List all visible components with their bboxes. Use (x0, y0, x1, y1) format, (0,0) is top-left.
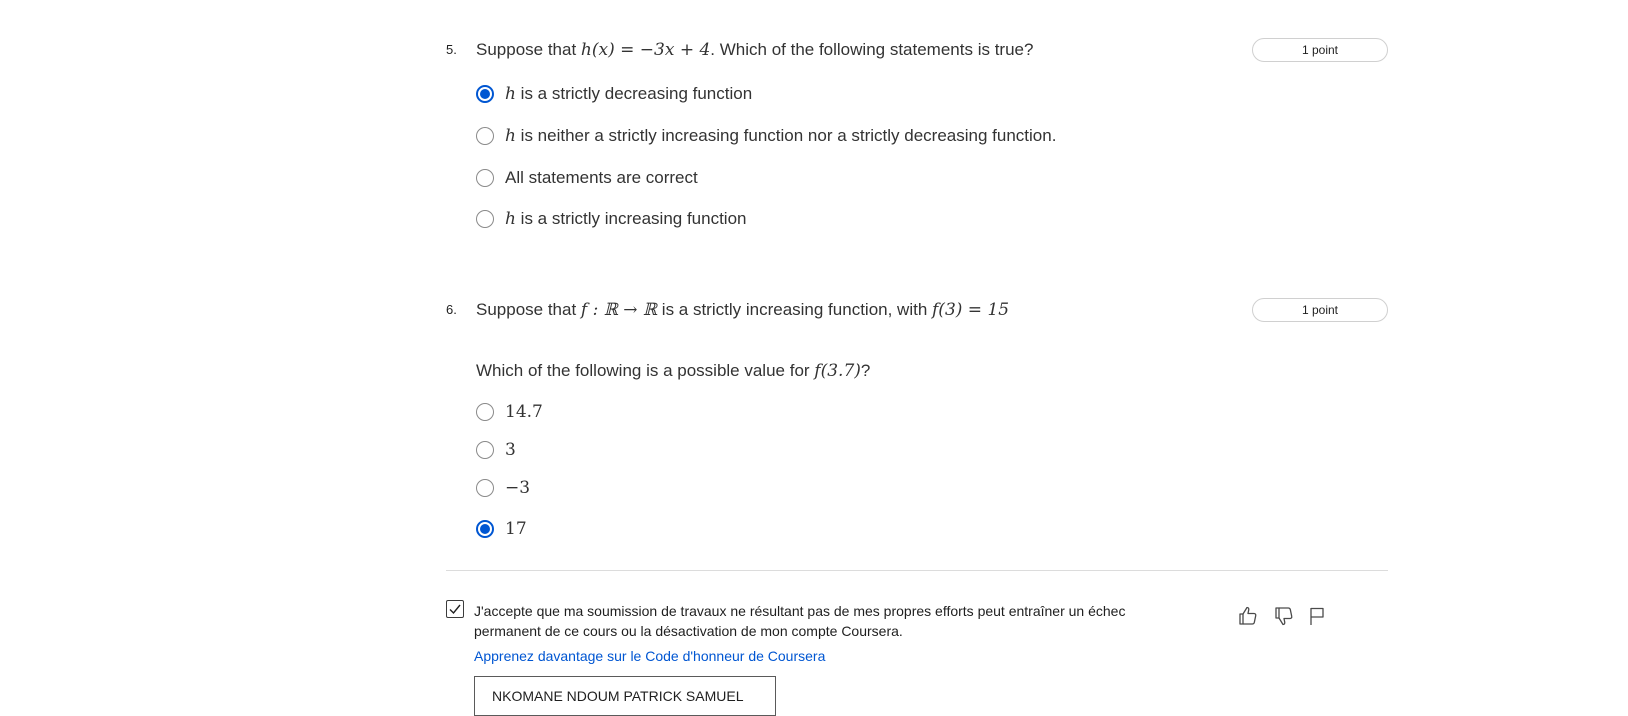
radio-unselected[interactable] (476, 210, 494, 228)
thumbs-up-icon[interactable] (1236, 604, 1260, 628)
radio-unselected[interactable] (476, 403, 494, 421)
question-6: 6. Suppose that f : ℝ → ℝ is a strictly … (446, 296, 1388, 546)
question-prompt: Suppose that h(x) = −3x + 4. Which of th… (476, 40, 1034, 60)
checkmark-icon (449, 604, 461, 615)
math-expression: h(x) = −3x + 4 (580, 40, 711, 60)
honor-code-link[interactable]: Apprenez davantage sur le Code d'honneur… (474, 648, 825, 664)
radio-unselected[interactable] (476, 127, 494, 145)
option-label: 14.7 (505, 402, 543, 422)
option-label: All statements are correct (505, 168, 698, 187)
honor-code-checkbox[interactable] (446, 600, 464, 618)
math-expression: f(3.7) (814, 361, 861, 381)
option-17[interactable]: 17 (476, 517, 527, 541)
radio-unselected[interactable] (476, 479, 494, 497)
option-3[interactable]: 3 (476, 438, 516, 462)
radio-unselected[interactable] (476, 169, 494, 187)
question-subprompt: Which of the following is a possible val… (476, 361, 871, 381)
option-all-correct[interactable]: All statements are correct (476, 166, 698, 190)
points-badge: 1 point (1252, 38, 1388, 62)
option-label: h is a strictly increasing function (505, 209, 747, 229)
honor-code-text: J'accepte que ma soumission de travaux n… (474, 603, 1126, 639)
option-label: −3 (505, 478, 531, 498)
radio-selected[interactable] (476, 520, 494, 538)
question-5: 5. Suppose that h(x) = −3x + 4. Which of… (446, 36, 1388, 246)
question-number: 5. (446, 42, 457, 57)
option-neither[interactable]: h is neither a strictly increasing funct… (476, 124, 1056, 148)
flag-icon[interactable] (1305, 604, 1329, 628)
option-label: 17 (505, 519, 527, 539)
math-expression: f(3) = 15 (932, 300, 1010, 320)
option-minus-3[interactable]: −3 (476, 476, 530, 500)
legal-name-input[interactable] (474, 676, 776, 716)
section-divider (446, 570, 1388, 571)
option-label: h is a strictly decreasing function (505, 84, 753, 104)
radio-unselected[interactable] (476, 441, 494, 459)
math-expression: f : ℝ → ℝ (580, 300, 658, 320)
option-label: 3 (505, 440, 516, 460)
option-14-7[interactable]: 14.7 (476, 400, 543, 424)
option-label: h is neither a strictly increasing funct… (505, 126, 1057, 146)
option-strictly-increasing[interactable]: h is a strictly increasing function (476, 207, 747, 231)
radio-selected[interactable] (476, 85, 494, 103)
question-number: 6. (446, 302, 457, 317)
points-badge: 1 point (1252, 298, 1388, 322)
option-strictly-decreasing[interactable]: h is a strictly decreasing function (476, 82, 752, 106)
thumbs-down-icon[interactable] (1272, 604, 1296, 628)
question-prompt: Suppose that f : ℝ → ℝ is a strictly inc… (476, 300, 1010, 320)
